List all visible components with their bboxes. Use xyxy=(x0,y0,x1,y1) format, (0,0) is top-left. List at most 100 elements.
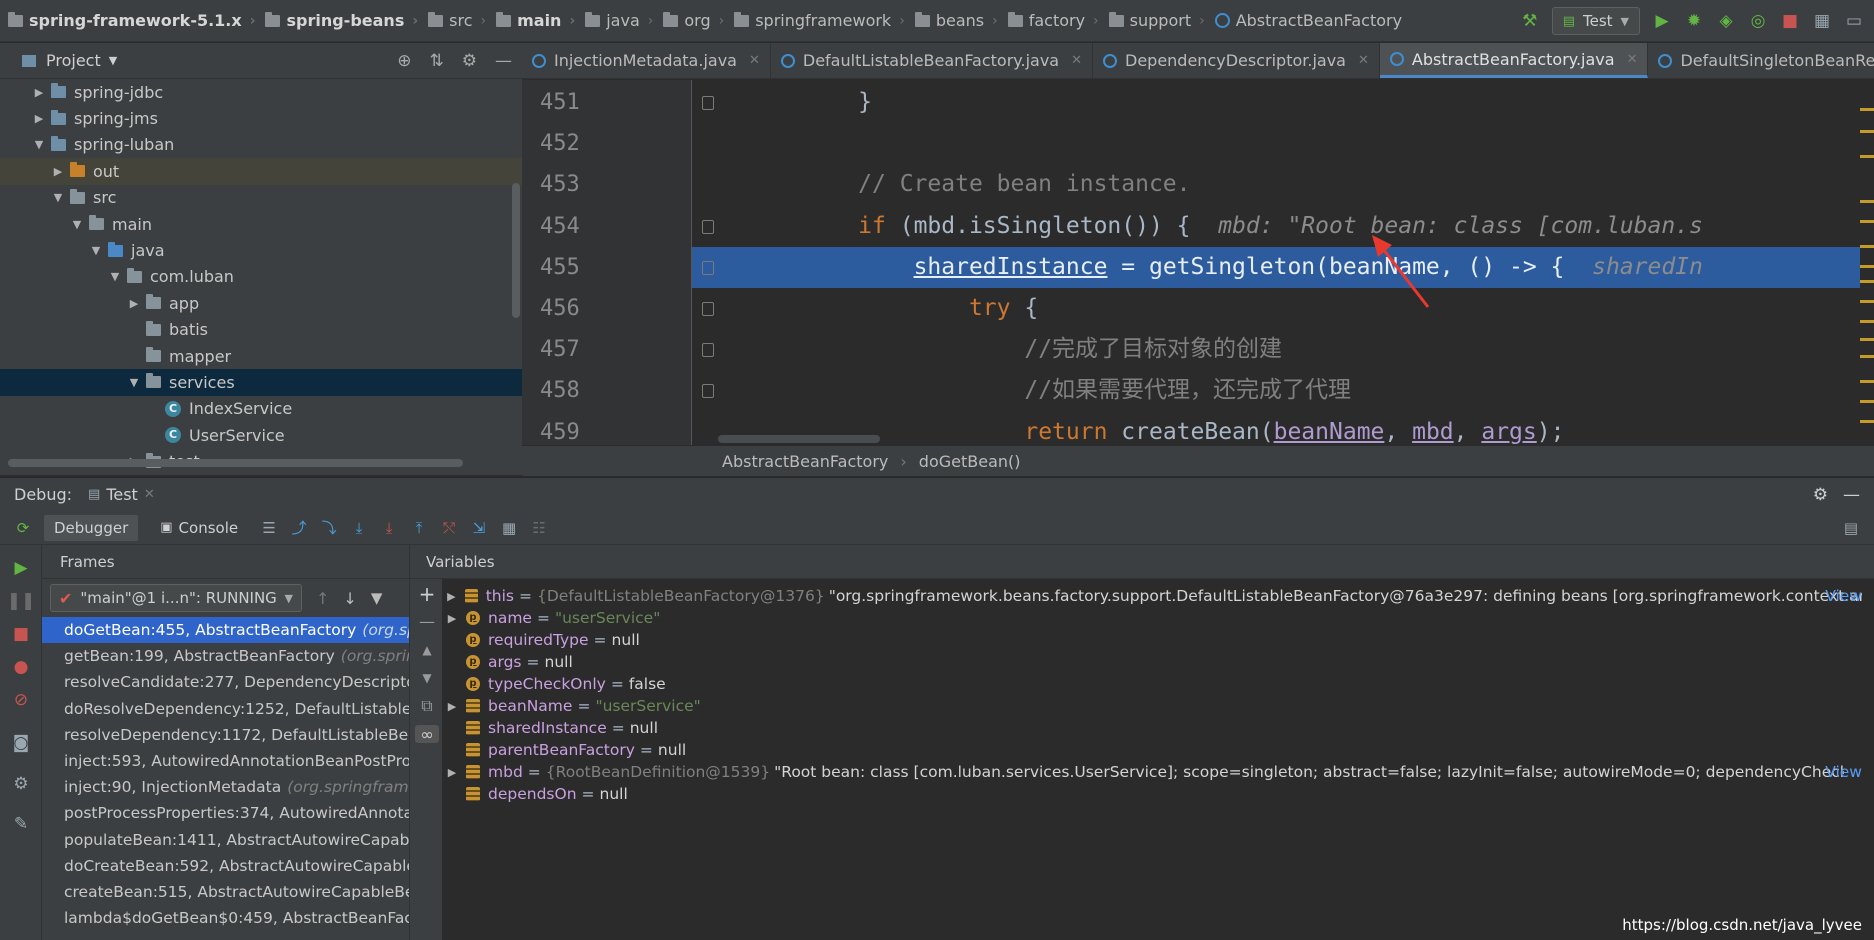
frame-item[interactable]: resolveCandidate:277, DependencyDescript… xyxy=(42,669,409,695)
mute-breakpoints-icon[interactable]: ⊘ xyxy=(10,689,32,711)
warning-stripe-mark[interactable] xyxy=(1860,380,1874,383)
force-step-into-icon[interactable]: ⤓ xyxy=(380,519,398,537)
tree-item-java[interactable]: ▼ java xyxy=(0,237,522,263)
expand-right-icon[interactable]: ▶ xyxy=(50,165,66,178)
warning-stripe-mark[interactable] xyxy=(1860,130,1874,133)
gear-icon[interactable]: ⚙ xyxy=(1813,485,1828,505)
fold-marker-icon[interactable] xyxy=(702,219,714,234)
debug-session-tab[interactable]: ▤ Test ✕ xyxy=(88,485,155,504)
tree-item-batis[interactable]: batis xyxy=(0,317,522,343)
expand-down-icon[interactable]: ▼ xyxy=(88,244,104,257)
expand-right-icon[interactable]: ▶ xyxy=(442,700,462,713)
tab-debugger[interactable]: Debugger xyxy=(44,514,139,541)
run-configuration-select[interactable]: ▤ Test ▼ xyxy=(1551,7,1640,35)
variables-title[interactable]: Variables xyxy=(410,545,1874,579)
breadcrumb-item[interactable]: org › xyxy=(659,0,730,42)
line-number-gutter[interactable]: 451 452 453 454 455 456 457 458 459 xyxy=(522,80,692,445)
breadcrumb-item[interactable]: beans › xyxy=(911,0,1004,42)
variable-row-dependson[interactable]: dependsOn = null xyxy=(442,781,1862,807)
tree-item-services[interactable]: ▼ services xyxy=(0,369,522,396)
copy-icon[interactable]: ⧉ xyxy=(418,696,436,715)
fold-marker-icon[interactable] xyxy=(702,302,714,316)
warning-stripe-mark[interactable] xyxy=(1860,245,1874,248)
move-up-icon[interactable]: ▲ xyxy=(418,641,436,659)
project-structure-icon[interactable]: ▦ xyxy=(1812,11,1832,31)
code-line[interactable]: } xyxy=(692,82,1874,123)
show-execution-point-icon[interactable]: ⤴ xyxy=(290,519,308,537)
code-line[interactable]: //完成了目标对象的创建 xyxy=(692,329,1874,370)
editor-tab[interactable]: DependencyDescriptor.java ✕ xyxy=(1093,43,1380,78)
warning-stripe-mark[interactable] xyxy=(1860,280,1874,283)
warning-stripe-mark[interactable] xyxy=(1860,400,1874,403)
tree-horizontal-scrollbar[interactable] xyxy=(8,459,463,467)
expand-right-icon[interactable]: ▶ xyxy=(442,590,461,603)
view-breakpoints-icon[interactable]: ● xyxy=(10,656,32,678)
warning-stripe-mark[interactable] xyxy=(1860,320,1874,323)
expand-down-icon[interactable]: ▼ xyxy=(107,270,123,283)
warning-stripe-mark[interactable] xyxy=(1860,220,1874,223)
frame-item[interactable]: doCreateBean:592, AbstractAutowireCapabl… xyxy=(42,853,409,879)
gear-icon[interactable]: ⚙ xyxy=(462,51,477,71)
close-icon[interactable]: ✕ xyxy=(1627,52,1638,67)
hide-minus-icon[interactable]: — xyxy=(1843,485,1860,505)
frame-item[interactable]: createBean:515, AbstractAutowireCapableB… xyxy=(42,879,409,905)
collapse-all-icon[interactable]: ⇅ xyxy=(430,51,444,71)
editor-horizontal-scrollbar[interactable] xyxy=(718,435,880,443)
code-editor[interactable]: 451 452 453 454 455 456 457 458 459 } // Create … xyxy=(522,80,1874,445)
add-watch-icon[interactable]: + xyxy=(418,582,436,606)
glasses-icon[interactable]: ∞ xyxy=(415,725,439,744)
chevron-down-icon[interactable]: ▼ xyxy=(109,54,117,67)
breadcrumb-item[interactable]: src › xyxy=(424,0,492,42)
tree-item-main[interactable]: ▼ main xyxy=(0,211,522,237)
run-icon[interactable]: ▶ xyxy=(1652,11,1672,31)
camera-icon[interactable]: ◙ xyxy=(10,732,32,754)
frame-item[interactable]: populateBean:1411, AbstractAutowireCapab… xyxy=(42,827,409,853)
expand-down-icon[interactable]: ▼ xyxy=(126,376,142,389)
locate-target-icon[interactable]: ⊕ xyxy=(397,51,411,71)
expand-right-icon[interactable]: ▶ xyxy=(126,297,142,310)
expand-right-icon[interactable]: ▶ xyxy=(31,86,47,99)
expand-right-icon[interactable]: ▶ xyxy=(442,766,462,779)
code-line[interactable] xyxy=(692,123,1874,164)
editor-tab[interactable]: DefaultSingletonBeanRegistry.java xyxy=(1648,43,1874,78)
tree-item-app[interactable]: ▶ app xyxy=(0,290,522,316)
stop-icon[interactable]: ■ xyxy=(1780,11,1800,31)
expand-right-icon[interactable]: ▶ xyxy=(442,612,462,625)
tree-item-indexservice[interactable]: C IndexService xyxy=(0,396,522,422)
view-link[interactable]: View xyxy=(1825,763,1862,781)
tree-vertical-scrollbar[interactable] xyxy=(512,183,520,318)
evaluate-expression-icon[interactable]: ▦ xyxy=(500,519,518,537)
close-icon[interactable]: ✕ xyxy=(1358,53,1369,68)
editor-tab[interactable]: DefaultListableBeanFactory.java ✕ xyxy=(771,43,1093,78)
tree-item-spring-jms[interactable]: ▶ spring-jms xyxy=(0,105,522,131)
profile-icon[interactable]: ◎ xyxy=(1748,11,1768,31)
expand-right-icon[interactable]: ▶ xyxy=(31,112,47,125)
debug-bug-icon[interactable]: ✹ xyxy=(1684,11,1704,31)
warning-stripe-mark[interactable] xyxy=(1860,420,1874,423)
rerun-icon[interactable]: ⟳ xyxy=(14,519,32,537)
frame-item[interactable]: getBean:199, AbstractBeanFactory (org.spr… xyxy=(42,643,409,669)
tree-item-userservice[interactable]: C UserService xyxy=(0,422,522,448)
expand-down-icon[interactable]: ▼ xyxy=(69,218,85,231)
status-class-name[interactable]: AbstractBeanFactory xyxy=(722,452,888,471)
tree-item-spring-luban[interactable]: ▼ spring-luban xyxy=(0,132,522,158)
frame-item[interactable]: doResolveDependency:1252, DefaultListabl… xyxy=(42,696,409,722)
move-down-icon[interactable]: ▼ xyxy=(418,669,436,687)
code-line[interactable]: //如果需要代理，还完成了代理 xyxy=(692,370,1874,411)
frame-item[interactable]: inject:593, AutowiredAnnotationBeanPostP… xyxy=(42,748,409,774)
trace-icon[interactable]: ☷ xyxy=(530,519,548,537)
warning-stripe-mark[interactable] xyxy=(1860,300,1874,303)
code-line[interactable]: // Create bean instance. xyxy=(692,164,1874,205)
warning-stripe-mark[interactable] xyxy=(1860,108,1874,111)
warning-stripe-mark[interactable] xyxy=(1860,265,1874,268)
close-icon[interactable]: ✕ xyxy=(144,487,155,502)
thread-select[interactable]: ✔ "main"@1 i...n": RUNNING ▼ xyxy=(50,584,302,612)
breadcrumb-item[interactable]: spring-framework-5.1.x › xyxy=(4,0,261,42)
warning-stripe-mark[interactable] xyxy=(1860,155,1874,158)
step-into-icon[interactable]: ⤓ xyxy=(350,519,368,537)
frame-item[interactable]: inject:90, InjectionMetadata (org.springf… xyxy=(42,774,409,800)
breadcrumb-item[interactable]: springframework › xyxy=(730,0,911,42)
tree-item-spring-jdbc[interactable]: ▶ spring-jdbc xyxy=(0,79,522,105)
close-icon[interactable]: ✕ xyxy=(1071,53,1082,68)
expand-down-icon[interactable]: ▼ xyxy=(50,191,66,204)
